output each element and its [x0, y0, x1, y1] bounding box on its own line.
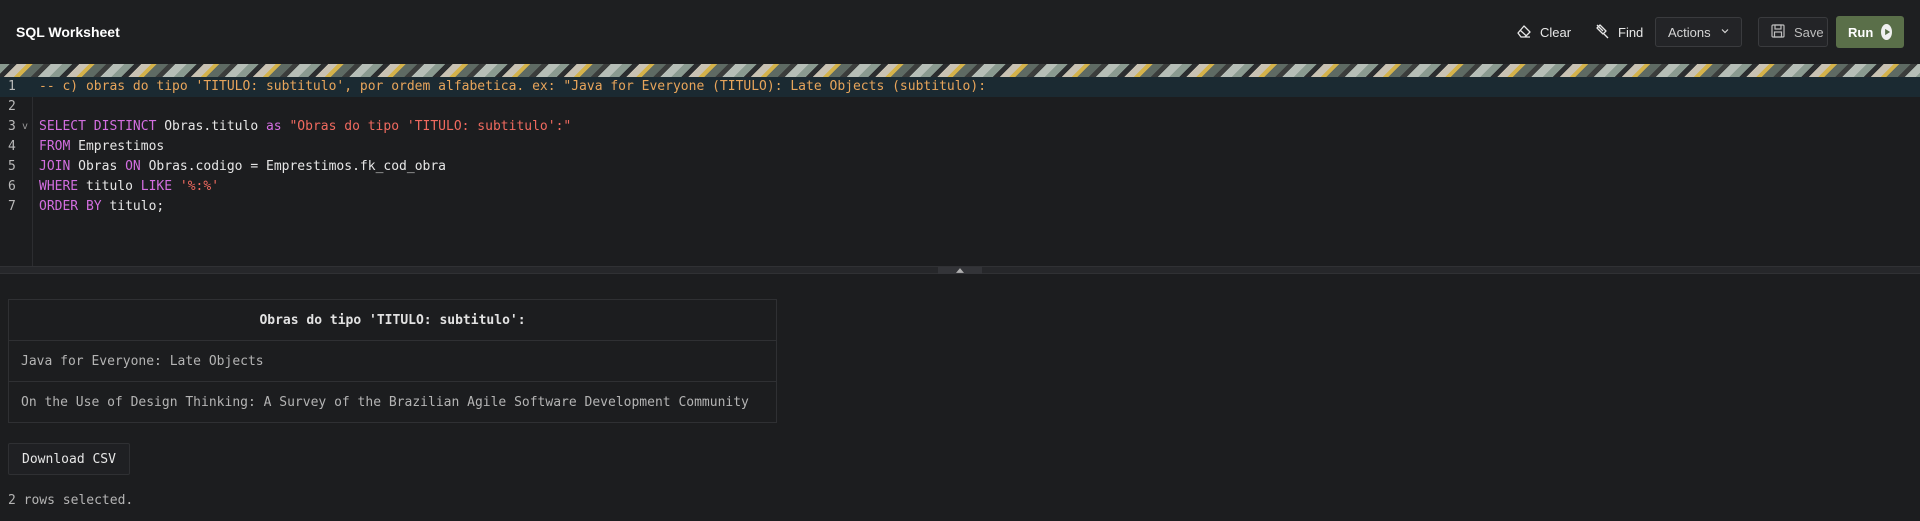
code-text: WHERE titulo LIKE '%:%' — [39, 177, 219, 197]
code-text: JOIN Obras ON Obras.codigo = Emprestimos… — [39, 157, 446, 177]
code-token-id: Obras.titulo — [164, 119, 266, 134]
splitter-handle[interactable] — [938, 267, 982, 274]
code-token-kw: LIKE — [140, 179, 180, 194]
run-button[interactable]: Run — [1836, 16, 1904, 48]
find-icon — [1594, 23, 1610, 42]
code-line[interactable]: 6 WHERE titulo LIKE '%:%' — [0, 177, 1920, 197]
code-token-kw: as — [265, 119, 290, 134]
code-token-id: Emprestimos — [78, 139, 165, 154]
code-token-id: Obras.codigo = Emprestimos.fk_cod_obra — [148, 159, 447, 174]
code-line[interactable]: 3 v SELECT DISTINCT Obras.titulo as "Obras… — [0, 117, 1920, 137]
code-token-kw: ORDER BY — [39, 199, 110, 214]
play-icon — [1881, 24, 1892, 40]
line-number: 4 — [8, 139, 16, 154]
pane-splitter[interactable] — [0, 266, 1920, 274]
find-button[interactable]: Find — [1594, 17, 1643, 47]
code-token-kw: WHERE — [39, 179, 86, 194]
line-number: 6 — [8, 179, 16, 194]
table-row: Java for Everyone: Late Objects — [8, 340, 777, 382]
worksheet-header: SQL Worksheet Clear Find Actions Save Ru… — [0, 0, 1920, 64]
code-line[interactable]: 4 FROM Emprestimos — [0, 137, 1920, 157]
clear-button-label: Clear — [1540, 24, 1572, 40]
actions-menu-button[interactable]: Actions — [1655, 17, 1742, 47]
code-token-id: titulo — [85, 179, 141, 194]
clear-button[interactable]: Clear — [1516, 17, 1571, 47]
code-token-id: titulo; — [109, 199, 165, 214]
code-text: SELECT DISTINCT Obras.titulo as "Obras d… — [39, 117, 571, 137]
sql-editor[interactable]: 1 -- c) obras do tipo 'TITULO: subtitulo'… — [0, 77, 1920, 266]
code-token-comment: -- c) obras do tipo 'TITULO: subtitulo',… — [39, 79, 987, 94]
save-button-label: Save — [1794, 24, 1824, 40]
code-token-kw: JOIN — [39, 159, 79, 174]
line-number: 2 — [8, 99, 16, 114]
code-line[interactable]: 2 — [0, 97, 1920, 117]
code-token-kw: SELECT DISTINCT — [39, 119, 165, 134]
chevron-down-icon — [1719, 25, 1731, 40]
fold-toggle-icon[interactable]: v — [22, 117, 28, 137]
query-results-pane: Obras do tipo 'TITULO: subtitulo': Java … — [0, 274, 1920, 521]
download-csv-button[interactable]: Download CSV — [8, 443, 130, 475]
run-button-label: Run — [1848, 24, 1874, 40]
decorative-banner — [0, 64, 1920, 77]
code-token-str: "Obras do tipo 'TITULO: subtitulo':" — [289, 119, 572, 134]
line-number: 3 — [8, 119, 16, 134]
rows-selected-status: 2 rows selected. — [8, 493, 134, 508]
code-text: FROM Emprestimos — [39, 137, 164, 157]
code-text: ORDER BY titulo; — [39, 197, 164, 217]
actions-button-label: Actions — [1668, 24, 1711, 40]
table-row: On the Use of Design Thinking: A Survey … — [8, 381, 777, 423]
chevron-up-icon — [956, 268, 964, 273]
save-icon — [1770, 23, 1786, 42]
line-number: 7 — [8, 199, 16, 214]
page-title: SQL Worksheet — [16, 24, 120, 40]
code-token-id: Obras — [78, 159, 126, 174]
code-line[interactable]: 5 JOIN Obras ON Obras.codigo = Emprestimo… — [0, 157, 1920, 177]
table-cell: Java for Everyone: Late Objects — [8, 340, 777, 382]
code-line[interactable]: 7 ORDER BY titulo; — [0, 197, 1920, 217]
code-token-kw: ON — [125, 159, 149, 174]
results-table: Obras do tipo 'TITULO: subtitulo': Java … — [8, 299, 777, 423]
find-button-label: Find — [1618, 24, 1644, 40]
save-button[interactable]: Save — [1758, 17, 1828, 47]
code-text: -- c) obras do tipo 'TITULO: subtitulo',… — [39, 77, 986, 97]
table-cell: On the Use of Design Thinking: A Survey … — [8, 381, 777, 423]
code-token-str: '%:%' — [179, 179, 220, 194]
line-number: 5 — [8, 159, 16, 174]
line-number: 1 — [8, 79, 16, 94]
column-header: Obras do tipo 'TITULO: subtitulo': — [8, 299, 777, 341]
eraser-icon — [1516, 23, 1532, 42]
code-line[interactable]: 1 -- c) obras do tipo 'TITULO: subtitulo'… — [0, 77, 1920, 97]
code-token-kw: FROM — [39, 139, 79, 154]
